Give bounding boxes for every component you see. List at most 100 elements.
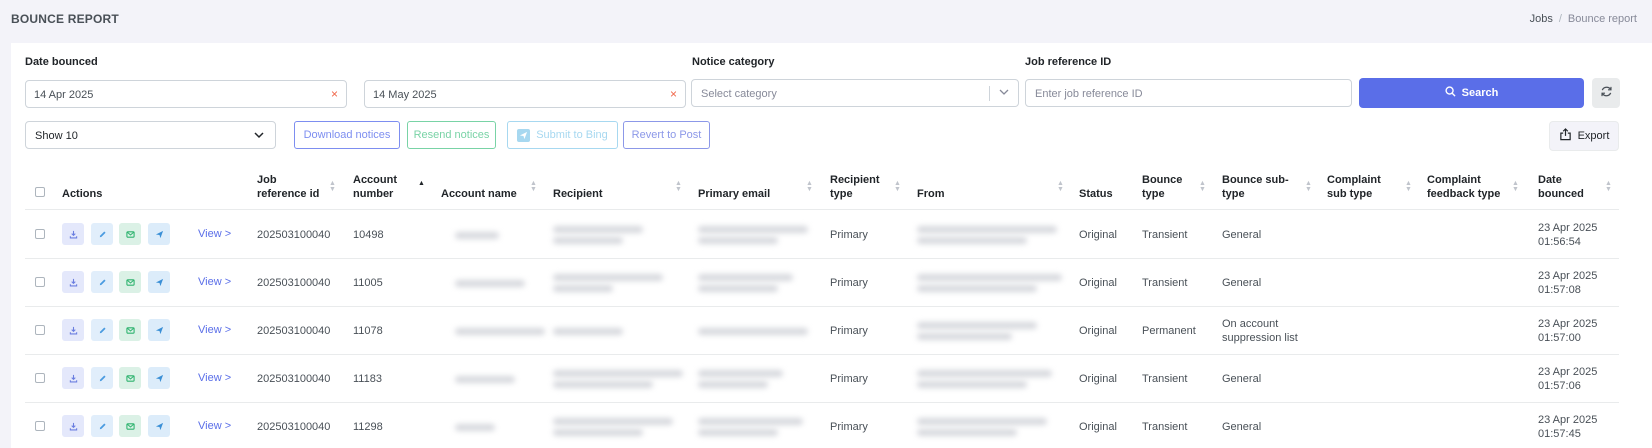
- send-icon[interactable]: [148, 271, 170, 293]
- download-icon[interactable]: [62, 415, 84, 437]
- view-link[interactable]: View >: [198, 372, 231, 384]
- cell-job-reference: 202503100040: [257, 421, 331, 433]
- col-primary-email[interactable]: Primary email: [698, 187, 770, 201]
- date-to-field[interactable]: 14 May 2025 ×: [364, 80, 686, 108]
- redacted-text: [553, 370, 683, 377]
- pencil-icon[interactable]: [91, 223, 113, 245]
- job-reference-placeholder: Enter job reference ID: [1035, 88, 1143, 100]
- pencil-icon[interactable]: [91, 415, 113, 437]
- view-link[interactable]: View >: [198, 228, 231, 240]
- refresh-button[interactable]: [1592, 78, 1620, 108]
- cell-bounce-subtype: On account suppression list: [1222, 318, 1298, 344]
- date-to-clear-icon[interactable]: ×: [670, 87, 677, 101]
- table-header: Actions Job reference id ▲ ▼ Account number…: [25, 163, 1619, 210]
- resend-notices-label: Resend notices: [413, 129, 490, 141]
- row-checkbox[interactable]: [35, 229, 45, 239]
- col-bounce-type[interactable]: Bounce type: [1142, 173, 1182, 201]
- view-link[interactable]: View >: [198, 420, 231, 432]
- col-job-reference-id[interactable]: Job reference id: [257, 173, 319, 201]
- table-row: View > 202503100040 11078 Primary Original Pe…: [25, 307, 1619, 355]
- refresh-icon: [1600, 85, 1613, 101]
- envelope-icon[interactable]: [119, 319, 141, 341]
- date-from-field[interactable]: 14 Apr 2025 ×: [25, 80, 347, 108]
- col-complaint-subtype[interactable]: Complaint sub type: [1327, 173, 1381, 201]
- date-from-clear-icon[interactable]: ×: [331, 87, 338, 101]
- col-from[interactable]: From: [917, 187, 945, 201]
- cell-status: Original: [1079, 277, 1117, 289]
- redacted-text: [455, 328, 545, 335]
- send-icon[interactable]: [148, 415, 170, 437]
- date-to-value: 14 May 2025: [373, 89, 437, 101]
- view-link[interactable]: View >: [198, 324, 231, 336]
- select-separator: [989, 86, 990, 101]
- date-bounced-label: Date bounced: [25, 56, 98, 68]
- envelope-icon[interactable]: [119, 367, 141, 389]
- submit-to-bing-button[interactable]: Submit to Bing: [507, 121, 618, 149]
- pencil-icon[interactable]: [91, 319, 113, 341]
- revert-to-post-button[interactable]: Revert to Post: [623, 121, 710, 149]
- cell-recipient-type: Primary: [830, 373, 868, 385]
- col-account-name[interactable]: Account name: [441, 187, 517, 201]
- cell-recipient-type: Primary: [830, 229, 868, 241]
- send-icon[interactable]: [148, 319, 170, 341]
- download-icon[interactable]: [62, 271, 84, 293]
- breadcrumb-jobs-link[interactable]: Jobs: [1530, 13, 1553, 25]
- pencil-icon[interactable]: [91, 367, 113, 389]
- chevron-down-icon: [253, 128, 265, 145]
- redacted-text: [917, 418, 1047, 425]
- cell-job-reference: 202503100040: [257, 229, 331, 241]
- table-row: View > 202503100040 10498 Primary Original Tr…: [25, 211, 1619, 259]
- redacted-text: [553, 285, 613, 292]
- envelope-icon[interactable]: [119, 223, 141, 245]
- redacted-text: [917, 429, 1017, 436]
- job-reference-input[interactable]: Enter job reference ID: [1025, 79, 1352, 107]
- cell-bounce-subtype: General: [1222, 229, 1262, 241]
- search-button[interactable]: Search: [1359, 78, 1584, 108]
- table-row: View > 202503100040 11298 Primary Original Tr…: [25, 403, 1619, 448]
- redacted-text: [455, 232, 499, 239]
- download-icon[interactable]: [62, 367, 84, 389]
- cell-status: Original: [1079, 421, 1117, 433]
- send-icon[interactable]: [148, 223, 170, 245]
- download-icon[interactable]: [62, 319, 84, 341]
- cell-account-number: 11078: [353, 325, 383, 337]
- col-account-number[interactable]: Account number: [353, 173, 397, 201]
- row-checkbox[interactable]: [35, 421, 45, 431]
- row-checkbox[interactable]: [35, 325, 45, 335]
- cell-status: Original: [1079, 229, 1117, 241]
- cell-bounce-type: Transient: [1142, 421, 1188, 433]
- resend-notices-button[interactable]: Resend notices: [407, 121, 496, 149]
- envelope-icon[interactable]: [119, 415, 141, 437]
- redacted-text: [917, 226, 1057, 233]
- redacted-text: [917, 322, 1037, 329]
- redacted-text: [553, 328, 623, 335]
- notice-category-select[interactable]: Select category: [691, 79, 1019, 107]
- cell-recipient-type: Primary: [830, 421, 868, 433]
- download-icon[interactable]: [62, 223, 84, 245]
- redacted-text: [698, 381, 768, 388]
- export-button[interactable]: Export: [1549, 121, 1619, 151]
- cell-account-number: 11005: [353, 277, 383, 289]
- page-size-select[interactable]: Show 10: [25, 121, 276, 149]
- view-link[interactable]: View >: [198, 276, 231, 288]
- redacted-text: [553, 226, 643, 233]
- pencil-icon[interactable]: [91, 271, 113, 293]
- cell-account-number: 10498: [353, 229, 384, 241]
- redacted-text: [917, 285, 1037, 292]
- breadcrumb-separator: /: [1558, 13, 1562, 25]
- col-bounce-subtype[interactable]: Bounce sub-type: [1222, 173, 1289, 201]
- redacted-text: [698, 274, 793, 281]
- row-checkbox[interactable]: [35, 277, 45, 287]
- col-recipient[interactable]: Recipient: [553, 187, 603, 201]
- redacted-text: [553, 274, 663, 281]
- row-checkbox[interactable]: [35, 373, 45, 383]
- col-date-bounced[interactable]: Date bounced: [1538, 173, 1584, 201]
- col-complaint-feedback-type[interactable]: Complaint feedback type: [1427, 173, 1500, 201]
- select-all-checkbox[interactable]: [35, 187, 45, 197]
- envelope-icon[interactable]: [119, 271, 141, 293]
- redacted-text: [698, 237, 778, 244]
- redacted-text: [553, 418, 673, 425]
- col-recipient-type[interactable]: Recipient type: [830, 173, 880, 201]
- send-icon[interactable]: [148, 367, 170, 389]
- download-notices-button[interactable]: Download notices: [294, 121, 400, 149]
